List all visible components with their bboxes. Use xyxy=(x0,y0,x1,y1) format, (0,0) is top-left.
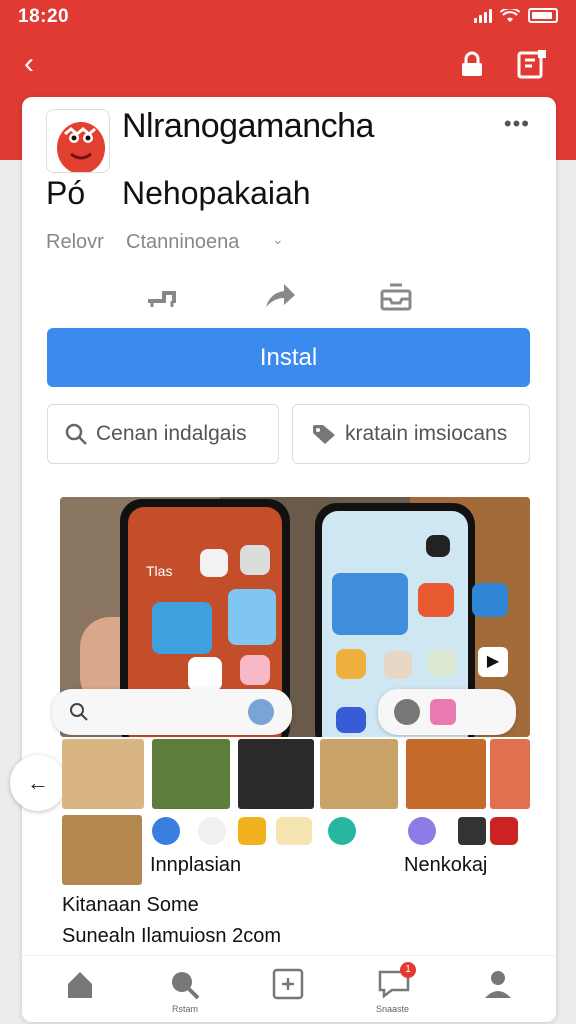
search-icon xyxy=(70,703,88,721)
app-icon-small[interactable] xyxy=(490,817,518,845)
quick-apps-overlay[interactable] xyxy=(378,689,516,735)
thumbnail-people[interactable] xyxy=(152,739,230,809)
app-icon-small[interactable] xyxy=(328,817,356,845)
add-icon[interactable] xyxy=(268,964,308,1004)
caption-left: Innplasian xyxy=(150,854,242,876)
app-icon-small[interactable] xyxy=(238,817,266,845)
lock-icon[interactable] xyxy=(456,50,488,80)
secondary-button-search[interactable]: Cenan indalgais xyxy=(47,404,279,464)
status-icons xyxy=(474,8,558,23)
status-time: 18:20 xyxy=(18,6,70,27)
secondary-button-tag[interactable]: kratain imsiocans xyxy=(292,404,530,464)
thumbnail-photos[interactable] xyxy=(490,739,530,809)
cart-icon[interactable] xyxy=(144,279,180,313)
section-label: Kitanaan Some xyxy=(62,894,199,916)
avatar xyxy=(248,699,274,725)
thumbnail-portrait[interactable] xyxy=(238,739,314,809)
chevron-down-icon[interactable]: ⌄ xyxy=(272,231,284,248)
meta-value[interactable]: Ctanninoena xyxy=(126,231,239,254)
search-overlay[interactable] xyxy=(52,689,292,735)
play-icon[interactable]: ▶ xyxy=(478,647,508,677)
thumbnail-curry[interactable] xyxy=(406,739,486,809)
meta-label: Relovr xyxy=(46,231,104,253)
install-button[interactable]: Instal xyxy=(47,328,530,387)
app-icon-small[interactable] xyxy=(458,817,486,845)
caption-right: Nenkokaj xyxy=(404,854,488,876)
thumbnail-food[interactable] xyxy=(62,739,144,809)
secondary-button-label: kratain imsiocans xyxy=(345,422,508,445)
screenshot-overlay-text: Tlas xyxy=(146,563,173,579)
bookmark-icon[interactable] xyxy=(516,50,548,80)
app-icon-small[interactable] xyxy=(408,817,436,845)
profile-icon[interactable] xyxy=(478,964,518,1004)
back-arrow-icon[interactable]: ‹ xyxy=(24,49,34,79)
app-subtitle-short: Pó xyxy=(46,175,86,211)
secondary-button-label: Cenan indalgais xyxy=(96,422,247,445)
bottom-nav-label: Snaaste xyxy=(376,1004,410,1014)
app-icon-small[interactable] xyxy=(276,817,312,845)
home-icon[interactable] xyxy=(60,964,100,1004)
left-arrow-button[interactable]: ← xyxy=(10,755,66,811)
battery-icon xyxy=(528,8,558,23)
bottom-nav-label: Rstam xyxy=(172,1004,199,1014)
app-icon-small[interactable] xyxy=(152,817,180,845)
app-title: Nlranogamancha xyxy=(122,107,374,145)
bottom-navigation: Rstam 1 Snaaste xyxy=(22,955,556,1022)
inbox-icon[interactable] xyxy=(378,279,414,313)
app-icon xyxy=(46,109,110,174)
share-icon[interactable] xyxy=(262,279,298,313)
app-developer[interactable]: Nehopakaiah xyxy=(122,175,311,212)
thumbnail-bowl[interactable] xyxy=(62,815,142,885)
notification-badge: 1 xyxy=(400,962,416,978)
search-icon[interactable] xyxy=(164,964,204,1004)
wifi-icon xyxy=(500,8,520,22)
signal-icon xyxy=(474,8,492,23)
app-icon-small[interactable] xyxy=(198,817,226,845)
search-icon xyxy=(65,423,87,445)
navigation-bar: ‹ xyxy=(0,44,576,88)
section-label-secondary: Sunealn Ilamuiosn 2com xyxy=(62,925,282,947)
tag-icon xyxy=(313,425,335,444)
app-detail-card: Nlranogamancha ••• Pó Nehopakaiah Relovr… xyxy=(10,97,556,1022)
thumbnail-dish[interactable] xyxy=(320,739,398,809)
more-dots-icon[interactable]: ••• xyxy=(504,111,530,137)
status-bar: 18:20 xyxy=(0,0,576,34)
